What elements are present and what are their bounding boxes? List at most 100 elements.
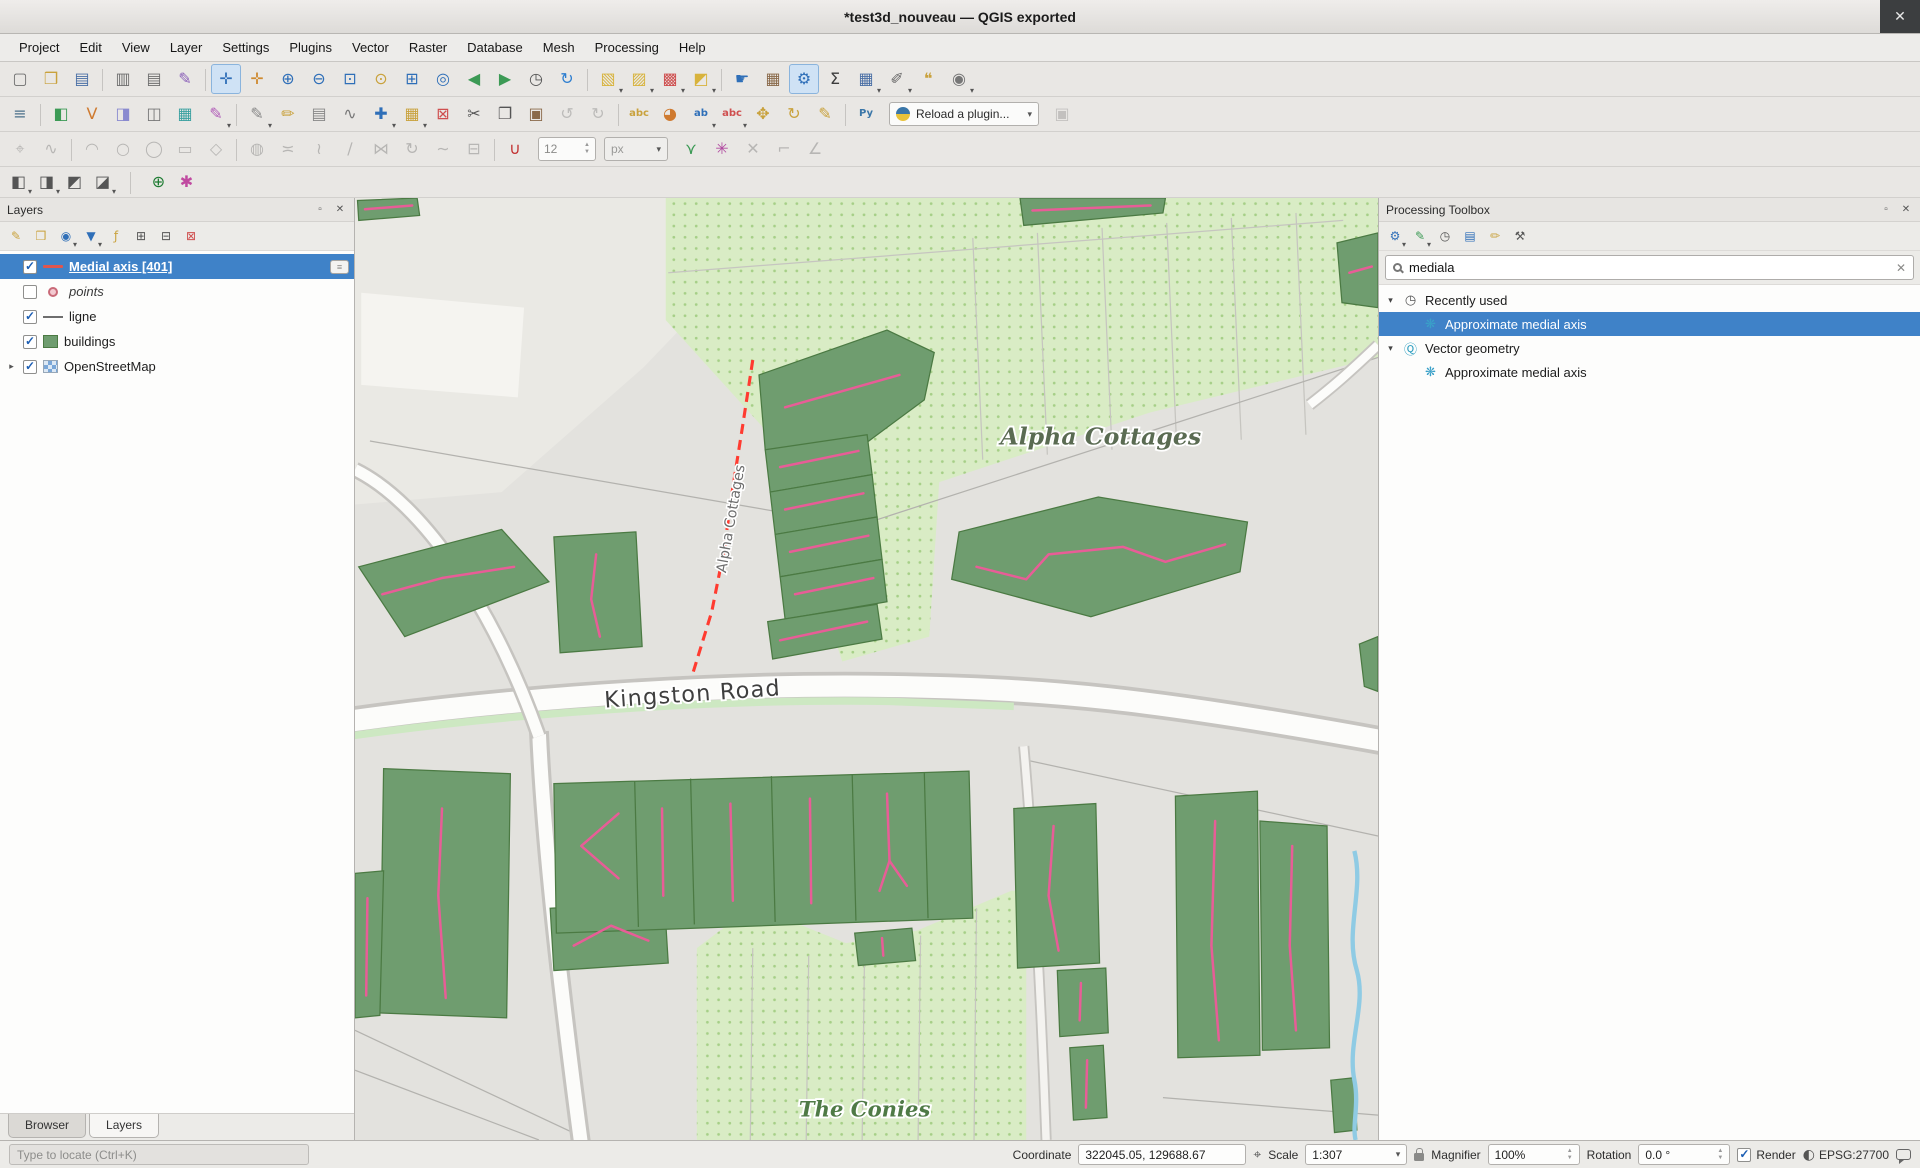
fill-ring-button[interactable]: ◍ — [242, 134, 272, 164]
layer-row[interactable]: ▸ OpenStreetMap ≡ — [0, 354, 354, 379]
raster-stretch-button[interactable]: ◧ — [5, 169, 32, 195]
deselect-features-button[interactable]: ▩ — [655, 64, 685, 94]
extent-toggle-icon[interactable]: ⌖ — [1253, 1147, 1261, 1163]
toolbox-algorithm-row[interactable]: ❋ Approximate medial axis — [1379, 360, 1920, 384]
snapping-unit-combo[interactable]: px ▾ — [604, 137, 668, 161]
invert-selection-button[interactable]: ◩ — [686, 64, 716, 94]
new-virtual-layer-button[interactable]: ◫ — [139, 99, 169, 129]
vertex-tool-button[interactable]: ✚ — [366, 99, 396, 129]
toolbox-group-recently-used[interactable]: ▾ ◷ Recently used — [1379, 288, 1920, 312]
scale-combo[interactable]: 1:307 ▾ — [1305, 1144, 1407, 1165]
menu-mesh[interactable]: Mesh — [534, 36, 584, 59]
reshape-features-button[interactable]: ≀ — [304, 134, 334, 164]
float-panel-icon[interactable]: ▫ — [1879, 203, 1893, 217]
new-annotation-layer-button[interactable]: ✎ — [201, 99, 231, 129]
current-edits-button[interactable]: ✎ — [242, 99, 272, 129]
manage-map-themes-button[interactable]: ◉ — [55, 225, 77, 247]
move-label-button[interactable]: ✥ — [748, 99, 778, 129]
models-button[interactable]: ⚙ — [1384, 225, 1406, 247]
open-project-button[interactable]: ❒ — [36, 64, 66, 94]
cut-features-button[interactable]: ✂ — [459, 99, 489, 129]
select-by-value-button[interactable]: ▨ — [624, 64, 654, 94]
map-tips-button[interactable]: ❝ — [913, 64, 943, 94]
delete-selected-button[interactable]: ⊠ — [428, 99, 458, 129]
plugin-palette-button[interactable]: ✱ — [173, 169, 200, 195]
add-line-feature-button[interactable]: ∿ — [335, 99, 365, 129]
ellipse-button[interactable]: ◯ — [139, 134, 169, 164]
zoom-in-button[interactable]: ⊕ — [273, 64, 303, 94]
tab-browser[interactable]: Browser — [8, 1114, 86, 1138]
layer-row[interactable]: ligne ≡ — [0, 304, 354, 329]
undo-button[interactable]: ↺ — [552, 99, 582, 129]
regular-polygon-button[interactable]: ◇ — [201, 134, 231, 164]
spinner-arrows-icon[interactable]: ▲▼ — [1717, 1148, 1723, 1161]
merge-features-button[interactable]: ⋈ — [366, 134, 396, 164]
layer-visibility-checkbox[interactable] — [23, 360, 37, 374]
save-layer-edits-button[interactable]: ▤ — [304, 99, 334, 129]
render-checkbox[interactable] — [1737, 1148, 1751, 1162]
toolbox-algorithm-row[interactable]: ❋ Approximate medial axis — [1379, 312, 1920, 336]
menu-layer[interactable]: Layer — [161, 36, 212, 59]
nominatim-locator-button[interactable]: ◉ — [944, 64, 974, 94]
rotation-spinbox[interactable]: 0.0 ° ▲▼ — [1638, 1144, 1730, 1165]
layer-row[interactable]: Medial axis [401] ≡ — [0, 254, 354, 279]
menu-plugins[interactable]: Plugins — [280, 36, 341, 59]
pan-map-button[interactable]: ✛ — [211, 64, 241, 94]
toolbox-search-box[interactable]: ✕ — [1385, 255, 1914, 280]
layer-row[interactable]: buildings ≡ — [0, 329, 354, 354]
close-panel-icon[interactable]: ✕ — [1899, 203, 1913, 217]
expander-icon[interactable]: ▾ — [1385, 295, 1396, 306]
menu-edit[interactable]: Edit — [70, 36, 110, 59]
clear-search-icon[interactable]: ✕ — [1896, 261, 1906, 275]
layer-diagram-button[interactable]: ◕ — [655, 99, 685, 129]
edit-in-place-button[interactable]: ✏ — [1484, 225, 1506, 247]
reload-plugin-combo[interactable]: Reload a plugin... ▾ — [889, 102, 1039, 126]
tab-layers[interactable]: Layers — [89, 1114, 159, 1138]
menu-settings[interactable]: Settings — [213, 36, 278, 59]
options-button[interactable]: ⚒ — [1509, 225, 1531, 247]
snapping-toggle-button[interactable]: ∪ — [500, 134, 530, 164]
redo-button[interactable]: ↻ — [583, 99, 613, 129]
layer-labeling-button[interactable]: abc — [624, 99, 654, 129]
snap-intersection-button[interactable]: ✳ — [707, 134, 737, 164]
float-panel-icon[interactable]: ▫ — [313, 203, 327, 217]
zoom-to-selection-button[interactable]: ⊙ — [366, 64, 396, 94]
tracing-toggle-button[interactable]: ⋎ — [676, 134, 706, 164]
temporal-controller-button[interactable]: ◷ — [521, 64, 551, 94]
plugin-settings-button[interactable]: ▣ — [1047, 99, 1077, 129]
statistical-summary-button[interactable]: Σ — [820, 64, 850, 94]
lock-icon[interactable] — [1414, 1153, 1424, 1161]
expand-all-button[interactable]: ⊞ — [130, 225, 152, 247]
zoom-out-button[interactable]: ⊖ — [304, 64, 334, 94]
map-canvas[interactable]: Alpha Cottages Kingston Road The Conies … — [355, 198, 1378, 1140]
history-button[interactable]: ◷ — [1434, 225, 1456, 247]
copy-features-button[interactable]: ❐ — [490, 99, 520, 129]
magnifier-spinbox[interactable]: 100% ▲▼ — [1488, 1144, 1580, 1165]
add-group-button[interactable]: ❒ — [30, 225, 52, 247]
measure-angle-button[interactable]: ∠ — [800, 134, 830, 164]
messages-icon[interactable] — [1896, 1149, 1911, 1160]
field-calculator-button[interactable]: ▦ — [758, 64, 788, 94]
menu-processing[interactable]: Processing — [586, 36, 668, 59]
expander-icon[interactable]: ▾ — [1385, 343, 1396, 354]
remove-layer-button[interactable]: ⊠ — [180, 225, 202, 247]
raster-local-stretch-button[interactable]: ◩ — [61, 169, 88, 195]
toggle-editing-button[interactable]: ✏ — [273, 99, 303, 129]
close-window-button[interactable]: ✕ — [1880, 0, 1920, 33]
select-features-button[interactable]: ▧ — [593, 64, 623, 94]
save-project-button[interactable]: ▤ — [67, 64, 97, 94]
rectangle-button[interactable]: ▭ — [170, 134, 200, 164]
layer-visibility-checkbox[interactable] — [23, 285, 37, 299]
new-geopackage-button[interactable]: ◧ — [46, 99, 76, 129]
layer-visibility-checkbox[interactable] — [23, 310, 37, 324]
results-viewer-button[interactable]: ▤ — [1459, 225, 1481, 247]
paste-features-button[interactable]: ▣ — [521, 99, 551, 129]
zoom-last-button[interactable]: ◀ — [459, 64, 489, 94]
layer-indicator-badge[interactable]: ≡ — [330, 260, 349, 274]
trim-extend-button[interactable]: ⌐ — [769, 134, 799, 164]
style-manager-button[interactable]: ✎ — [170, 64, 200, 94]
pan-to-selection-button[interactable]: ✛ — [242, 64, 272, 94]
new-shapefile-button[interactable]: V — [77, 99, 107, 129]
identify-features-button[interactable]: ☛ — [727, 64, 757, 94]
python-console-button[interactable]: Py — [851, 99, 881, 129]
